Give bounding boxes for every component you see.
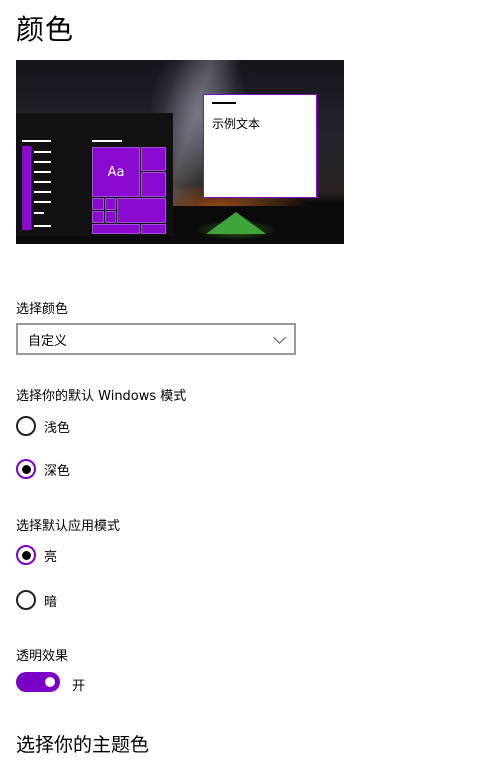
preview-sample-text: 示例文本 <box>212 117 261 131</box>
app-mode-light-radio[interactable]: 亮 <box>16 545 57 565</box>
preview-sample-title-bar <box>212 102 236 104</box>
transparency-label: 透明效果 <box>16 649 69 664</box>
preview-tile-text: Aa <box>107 164 125 180</box>
accent-section-title: 选择你的主题色 <box>16 734 150 756</box>
preview-list-line <box>34 191 51 193</box>
preview-list-line <box>34 171 51 173</box>
radio-label: 暗 <box>44 594 58 610</box>
preview-tile <box>141 172 166 197</box>
radio-unchecked-icon <box>16 590 36 610</box>
transparency-toggle[interactable] <box>16 672 60 692</box>
preview-tile-large: Aa <box>92 147 140 197</box>
app-mode-label: 选择默认应用模式 <box>16 519 121 534</box>
radio-unchecked-icon <box>16 416 36 436</box>
toggle-knob <box>45 677 55 687</box>
color-select-value: 自定义 <box>28 333 68 349</box>
preview-list-line <box>34 212 44 214</box>
app-mode-dark-radio[interactable]: 暗 <box>16 590 57 610</box>
preview-tile <box>117 198 166 223</box>
preview-list-line <box>34 181 51 183</box>
preview-tile <box>92 211 104 223</box>
chevron-down-icon <box>273 331 286 344</box>
preview-list-accent-bar <box>22 146 31 230</box>
transparency-state-label: 开 <box>72 679 86 694</box>
windows-mode-light-radio[interactable]: 浅色 <box>16 416 70 436</box>
page-title: 颜色 <box>16 13 75 46</box>
preview-tile <box>141 224 166 234</box>
radio-checked-icon <box>16 459 36 479</box>
preview-list-line <box>34 151 51 153</box>
windows-mode-label: 选择你的默认 Windows 模式 <box>16 389 187 404</box>
theme-preview: Aa 示例文本 <box>16 60 344 244</box>
settings-page: 颜色 Aa 示例文本 选择颜色 自定义 选择你的默认 Windows 模式 浅色… <box>0 0 500 778</box>
preview-list-line <box>34 161 51 163</box>
preview-list-line <box>34 225 51 227</box>
preview-tile <box>105 211 116 223</box>
radio-label: 亮 <box>44 549 58 565</box>
preview-tile <box>92 198 104 210</box>
preview-tiles-header <box>92 140 122 142</box>
windows-mode-dark-radio[interactable]: 深色 <box>16 459 70 479</box>
preview-list-header <box>22 140 51 142</box>
preview-tile <box>105 198 116 210</box>
preview-list-line <box>34 201 51 203</box>
preview-tile <box>92 224 140 234</box>
color-select-dropdown[interactable]: 自定义 <box>16 323 296 355</box>
color-select-label: 选择颜色 <box>16 302 69 317</box>
preview-tent <box>206 212 266 234</box>
radio-checked-icon <box>16 545 36 565</box>
preview-sample-window: 示例文本 <box>203 94 317 198</box>
preview-start-menu: Aa <box>16 113 173 236</box>
radio-label: 浅色 <box>44 420 71 436</box>
preview-tile <box>141 147 166 171</box>
radio-label: 深色 <box>44 463 71 479</box>
